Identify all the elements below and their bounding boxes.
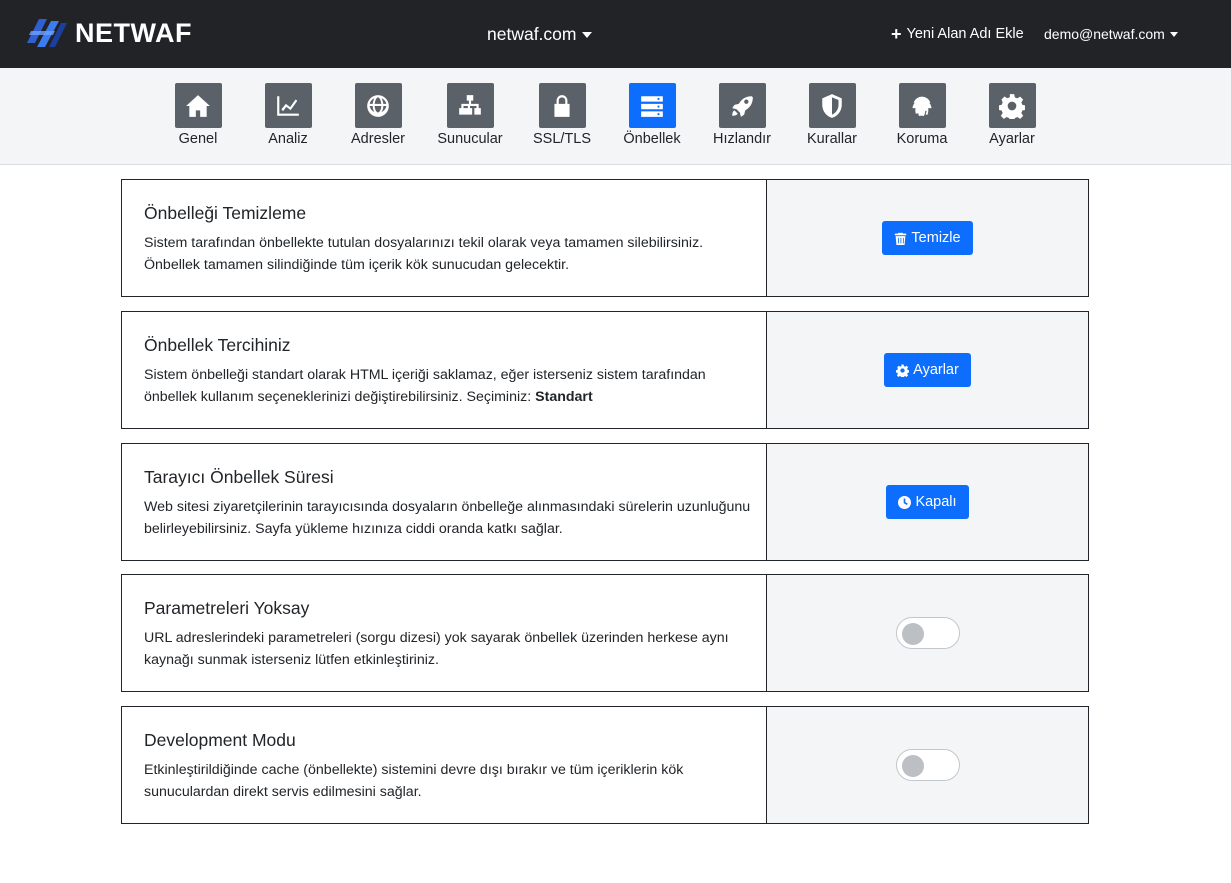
nav-tile — [808, 83, 856, 128]
card-description: Sistem tarafından önbellekte tutulan dos… — [144, 235, 704, 273]
nav-item-analiz[interactable]: Analiz — [243, 83, 333, 147]
gear-icon — [999, 93, 1025, 119]
nav-label: Adresler — [351, 131, 405, 147]
card-info: Parametreleri Yoksay URL adreslerindeki … — [122, 575, 767, 691]
nav-tile — [174, 83, 222, 128]
globe-icon — [367, 94, 389, 117]
card-info: Önbelleği Temizleme Sistem tarafından ön… — [122, 180, 767, 296]
nav-tile — [354, 83, 402, 128]
lock-icon — [554, 94, 570, 117]
nav-tile — [264, 83, 312, 128]
rocket-icon — [732, 95, 753, 117]
clear-cache-button[interactable]: Temizle — [882, 221, 973, 255]
section-nav: Genel Analiz Adresler Sunucular SSL/TLS … — [0, 68, 1231, 165]
card-description-text: Sistem önbelleği standart olarak HTML iç… — [144, 367, 706, 405]
button-label: Kapalı — [915, 494, 957, 510]
card-browser-cache-ttl: Tarayıcı Önbellek Süresi Web sitesi ziya… — [121, 443, 1089, 561]
card-clear-cache: Önbelleği Temizleme Sistem tarafından ön… — [121, 179, 1089, 297]
cache-settings-button[interactable]: Ayarlar — [884, 353, 971, 387]
card-description: URL adreslerindeki parametreleri (sorgu … — [144, 630, 729, 668]
card-description: Etkinleştirildiğinde cache (önbellekte) … — [144, 762, 684, 800]
server-icon — [641, 95, 663, 117]
ignore-parameters-toggle[interactable] — [895, 617, 960, 649]
card-ignore-parameters: Parametreleri Yoksay URL adreslerindeki … — [121, 574, 1089, 692]
nav-item-adresler[interactable]: Adresler — [333, 83, 423, 147]
chevron-down-icon — [582, 31, 593, 38]
home-icon — [186, 94, 210, 117]
netwaf-logo-icon — [27, 19, 67, 47]
card-action-panel — [767, 707, 1088, 823]
nav-label: Analiz — [268, 131, 308, 147]
nav-item-kurallar[interactable]: Kurallar — [787, 83, 877, 147]
nav-tile — [898, 83, 946, 128]
nav-label: Sunucular — [437, 131, 503, 147]
nav-label: Koruma — [896, 131, 948, 147]
nav-item-hizlandir[interactable]: Hızlandır — [697, 83, 787, 147]
card-action-panel: Kapalı — [767, 444, 1088, 560]
trash-icon — [895, 232, 907, 245]
nav-tile — [628, 83, 676, 128]
plus-icon: + — [891, 24, 902, 44]
nav-tile — [988, 83, 1036, 128]
domain-label: netwaf.com — [487, 24, 577, 44]
card-description: Web sitesi ziyaretçilerinin tarayıcısınd… — [144, 499, 751, 537]
nav-item-genel[interactable]: Genel — [153, 83, 243, 147]
nav-label: Kurallar — [807, 131, 857, 147]
card-title: Önbellek Tercihiniz — [144, 335, 291, 355]
nav-label: Önbellek — [623, 131, 681, 147]
brand-name: NETWAF — [75, 17, 192, 48]
development-mode-toggle[interactable] — [895, 749, 960, 781]
card-action-panel: Temizle — [767, 180, 1088, 296]
nav-item-ayarlar[interactable]: Ayarlar — [967, 83, 1057, 147]
shield-icon — [822, 93, 842, 118]
nav-item-ssl-tls[interactable]: SSL/TLS — [517, 83, 607, 147]
card-title: Parametreleri Yoksay — [144, 598, 310, 618]
chart-line-icon — [277, 95, 299, 116]
card-title: Önbelleği Temizleme — [144, 203, 307, 223]
card-cache-preference: Önbellek Tercihiniz Sistem önbelleği sta… — [121, 311, 1089, 429]
nav-label: Ayarlar — [989, 131, 1035, 147]
toggle-knob — [901, 755, 924, 777]
domain-dropdown[interactable]: netwaf.com — [487, 24, 593, 45]
nav-item-sunucular[interactable]: Sunucular — [425, 83, 515, 147]
nav-item-koruma[interactable]: Koruma — [877, 83, 967, 147]
add-domain-label: Yeni Alan Adı Ekle — [906, 26, 1024, 42]
brand-logo[interactable]: NETWAF — [25, 13, 192, 53]
user-menu-dropdown[interactable]: demo@netwaf.com — [1044, 26, 1178, 42]
nav-label: Hızlandır — [712, 131, 772, 147]
card-action-panel — [767, 575, 1088, 691]
card-info: Önbellek Tercihiniz Sistem önbelleği sta… — [122, 312, 767, 428]
card-action-panel: Ayarlar — [767, 312, 1088, 428]
card-title: Development Modu — [144, 730, 296, 750]
nav-tile — [718, 83, 766, 128]
card-description: Sistem önbelleği standart olarak HTML iç… — [144, 364, 754, 408]
button-label: Temizle — [911, 230, 961, 246]
clock-icon — [898, 495, 912, 509]
top-navbar: NETWAF netwaf.com + Yeni Alan Adı Ekle d… — [0, 0, 1231, 68]
gear-icon — [896, 364, 910, 377]
nav-label: SSL/TLS — [532, 131, 592, 147]
nav-item-onbellek[interactable]: Önbellek — [607, 83, 697, 147]
card-info: Development Modu Etkinleştirildiğinde ca… — [122, 707, 767, 823]
toggle-knob — [901, 623, 924, 645]
card-info: Tarayıcı Önbellek Süresi Web sitesi ziya… — [122, 444, 767, 560]
browser-cache-ttl-button[interactable]: Kapalı — [886, 485, 969, 519]
current-selection: Standart — [535, 389, 593, 405]
nav-label: Genel — [178, 131, 218, 147]
card-title: Tarayıcı Önbellek Süresi — [144, 467, 334, 487]
user-email: demo@netwaf.com — [1044, 26, 1165, 42]
card-development-mode: Development Modu Etkinleştirildiğinde ca… — [121, 706, 1089, 824]
add-domain-button[interactable]: + Yeni Alan Adı Ekle — [891, 24, 1024, 44]
network-icon — [459, 94, 481, 115]
fingerprint-icon — [912, 96, 932, 116]
button-label: Ayarlar — [913, 362, 959, 378]
chevron-down-icon — [1169, 31, 1178, 37]
nav-tile — [538, 83, 586, 128]
nav-tile — [446, 83, 494, 128]
